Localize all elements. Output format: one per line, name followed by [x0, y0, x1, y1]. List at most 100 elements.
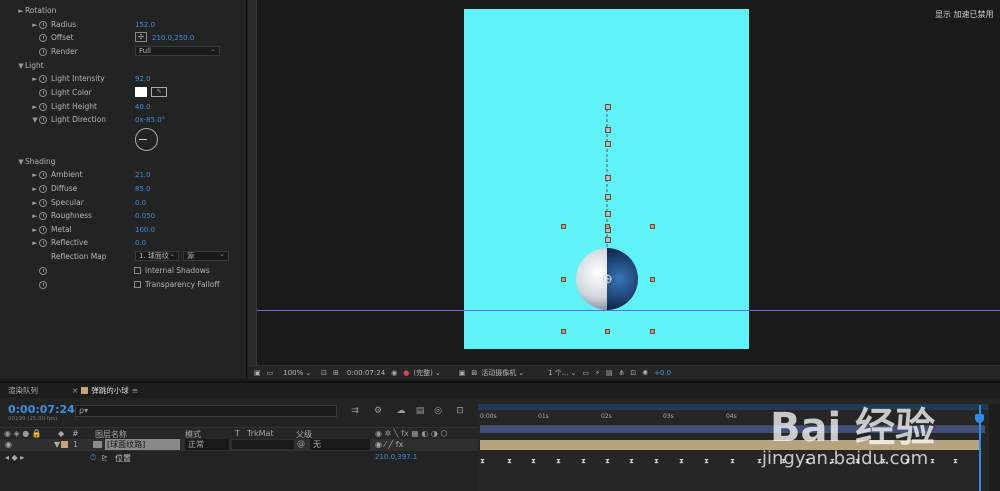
layer-search-input[interactable]: ρ▾ [75, 405, 337, 417]
twirl-icon[interactable]: ▼ [17, 158, 25, 166]
keyframe-marker[interactable]: ⧗ [953, 457, 958, 466]
motion-blur-icon[interactable]: ◎ [433, 406, 443, 416]
effect-dropdown[interactable]: 1. 球面纹 [135, 250, 179, 261]
checkbox[interactable]: Transparency Falloff [134, 280, 220, 289]
motion-path-keyframe[interactable] [605, 211, 611, 217]
checkbox-box[interactable] [134, 281, 141, 288]
effect-prop-row[interactable]: Reflection Map 1. 球面纹源 [0, 250, 247, 263]
transparency-grid-icon[interactable]: ⊠ [471, 369, 477, 377]
eyedropper-icon[interactable]: ✎ [151, 87, 167, 97]
color-swatch[interactable] [135, 87, 147, 97]
keyframe-marker[interactable]: ⧗ [679, 457, 684, 466]
camera-select[interactable]: 活动摄像机 ⌄ [481, 368, 524, 378]
stopwatch-icon[interactable] [39, 47, 47, 56]
keyframe-marker[interactable]: ⧗ [654, 457, 659, 466]
effect-prop-value[interactable]: 40.0 [135, 103, 151, 111]
frame-blend-icon[interactable]: ▤ [415, 406, 425, 416]
keyframe-marker[interactable]: ⧗ [507, 457, 512, 466]
shy-icon[interactable]: ☁ [396, 406, 406, 416]
effect-prop-value[interactable]: 0.0 [135, 199, 146, 207]
twirl-icon[interactable]: ► [31, 212, 39, 220]
twirl-icon[interactable]: ► [31, 185, 39, 193]
effect-prop-row[interactable]: Internal Shadows [0, 264, 247, 277]
pickwhip-icon[interactable]: @ [297, 439, 305, 448]
menu-icon[interactable]: ≡ [132, 386, 138, 395]
checkbox-box[interactable] [134, 267, 141, 274]
exposure-value[interactable]: +0.0 [654, 369, 671, 377]
motion-path-keyframe[interactable] [605, 194, 611, 200]
twirl-icon[interactable]: ► [31, 103, 39, 111]
exposure-icon[interactable]: ✺ [642, 369, 648, 377]
toggle-mask-icon[interactable]: ▣ [459, 369, 466, 377]
effect-prop-value[interactable]: 0.050 [135, 212, 155, 220]
keyframe-marker[interactable]: ⧗ [480, 457, 485, 466]
monitor-icon[interactable]: ▭ [267, 369, 274, 377]
effect-dropdown[interactable]: Full [135, 45, 220, 56]
effect-prop-row[interactable]: ► Radius 152.0 [0, 18, 247, 31]
draft-3d-icon[interactable]: ⚙ [373, 406, 383, 416]
graph-editor-icon[interactable]: ⊡ [455, 406, 465, 416]
stopwatch-icon[interactable] [39, 115, 47, 124]
reset-exposure-icon[interactable]: ⊡ [630, 369, 636, 377]
keyframe-marker[interactable]: ⧗ [531, 457, 536, 466]
keyframe-marker[interactable]: ⧗ [629, 457, 634, 466]
stopwatch-icon[interactable] [39, 102, 47, 111]
effect-prop-row[interactable]: ▼ Light [0, 59, 247, 72]
stopwatch-icon[interactable] [39, 74, 47, 83]
layer-bounding-handle[interactable] [650, 329, 655, 334]
checkbox[interactable]: Internal Shadows [134, 266, 210, 275]
parent-select[interactable]: 无 [310, 439, 370, 450]
layer-bounding-handle[interactable] [650, 277, 655, 282]
stopwatch-icon[interactable] [39, 33, 47, 42]
pixel-aspect-icon[interactable]: ▭ [582, 369, 589, 377]
timeline-timecode[interactable]: 0:00:07:24 [8, 403, 75, 416]
effect-prop-row[interactable]: ► Metal 100.0 [0, 223, 247, 236]
stopwatch-icon[interactable]: ⏱ [90, 453, 96, 463]
sphere-layer[interactable] [575, 247, 639, 311]
layer-row[interactable]: ◉ ▼ 1 [球面纹路] 正常 @ 无 ◉ ⁄ ╱ fx [0, 439, 478, 451]
flowchart-icon[interactable]: ⋔ [619, 369, 625, 377]
fast-preview-icon[interactable]: ⚡ [595, 369, 600, 377]
stopwatch-icon[interactable] [39, 238, 47, 247]
trkmat-select[interactable] [232, 440, 294, 449]
twirl-icon[interactable]: ► [31, 199, 39, 207]
effect-prop-value[interactable]: 21.0 [135, 171, 151, 179]
timeline-scroll-area[interactable] [989, 404, 1000, 491]
keyframe-marker[interactable]: ⧗ [730, 457, 735, 466]
fit-icon[interactable]: ⊡ [321, 369, 327, 377]
motion-path-keyframe[interactable] [605, 175, 611, 181]
twirl-icon[interactable]: ► [31, 171, 39, 179]
layer-bounding-handle[interactable] [605, 224, 610, 229]
timeline-icon[interactable]: ▤ [606, 369, 613, 377]
effect-prop-value[interactable]: 152.0 [135, 21, 155, 29]
visibility-icon[interactable]: ◉ [5, 440, 12, 449]
motion-path-keyframe[interactable] [605, 127, 611, 133]
property-value[interactable]: 210.0,397.1 [375, 453, 417, 461]
stopwatch-icon[interactable] [39, 88, 47, 97]
effect-prop-row[interactable]: ► Light Intensity 92.0 [0, 72, 247, 85]
comp-mini-flowchart-icon[interactable]: ⇉ [350, 406, 360, 416]
stopwatch-icon[interactable] [39, 225, 47, 234]
tab-render-queue[interactable]: 渲染队列 [0, 385, 46, 396]
keyframe-marker[interactable]: ⧗ [704, 457, 709, 466]
twirl-icon[interactable]: ► [31, 21, 39, 29]
keyframe-marker[interactable]: ⧗ [556, 457, 561, 466]
effect-prop-row[interactable]: ▼ Light Direction 0x-85.0° [0, 113, 247, 126]
motion-path-keyframe[interactable] [605, 104, 611, 110]
stopwatch-icon[interactable] [39, 20, 47, 29]
region-icon[interactable]: ⊞ [333, 369, 339, 377]
effect-prop-row[interactable]: Transparency Falloff [0, 278, 247, 291]
motion-path-keyframe[interactable] [605, 141, 611, 147]
twirl-icon[interactable]: ▼ [54, 440, 60, 449]
layer-switches[interactable]: ◉ ⁄ ╱ fx [375, 440, 403, 449]
camera-snapshot-icon[interactable]: ◉ [391, 369, 397, 377]
quality-select[interactable]: (完整) ⌄ [413, 368, 440, 378]
effect-prop-row[interactable]: ► Ambient 21.0 [0, 168, 247, 181]
effect-prop-row[interactable]: ► Rotation [0, 4, 247, 17]
effect-prop-row[interactable]: Light Color ✎ [0, 86, 247, 99]
effect-prop-row[interactable]: ► Specular 0.0 [0, 196, 247, 209]
twirl-icon[interactable]: ► [17, 7, 25, 15]
twirl-icon[interactable]: ▼ [17, 62, 25, 70]
keyframe-marker[interactable]: ⧗ [605, 457, 610, 466]
effect-prop-row[interactable]: ► Roughness 0.050 [0, 209, 247, 222]
